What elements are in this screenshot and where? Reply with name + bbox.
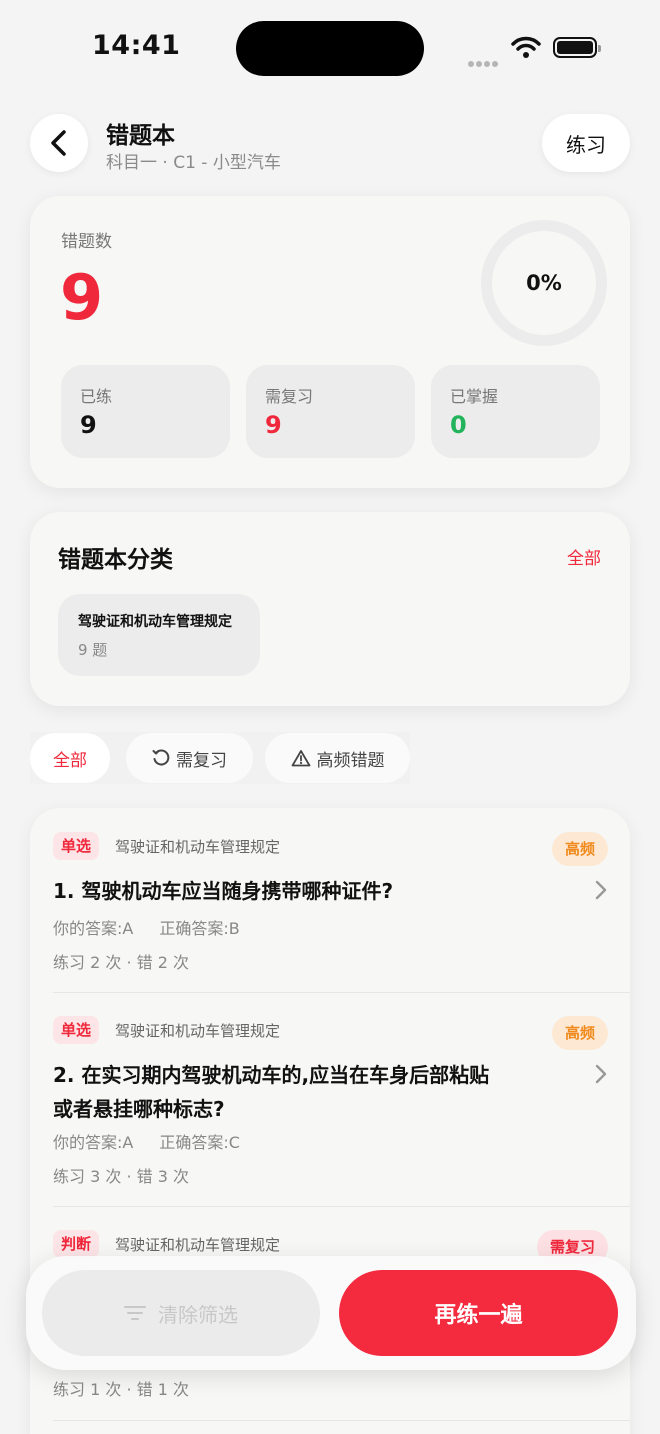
question-type-tag: 单选 <box>53 832 100 860</box>
filter-chip-all[interactable]: 全部 <box>30 733 110 783</box>
answer-row: 你的答案:A 正确答案:B <box>53 915 266 939</box>
question-stats: 练习 3 次 · 错 3 次 <box>53 1167 189 1186</box>
divider <box>53 1420 630 1421</box>
stat-mastered: 已掌握 0 <box>431 365 600 458</box>
clear-filter-label: 清除筛选 <box>158 1302 238 1327</box>
category-count: 9 题 <box>78 641 108 659</box>
category-all-link[interactable]: 全部 <box>567 544 601 569</box>
warning-icon <box>291 750 310 767</box>
stat-value: 9 <box>265 411 282 439</box>
chevron-right-icon <box>595 880 607 900</box>
stat-label: 已练 <box>80 387 113 406</box>
clear-filter-button[interactable]: 清除筛选 <box>42 1270 320 1356</box>
filter-lines-icon <box>124 1306 146 1320</box>
category-name: 驾驶证和机动车管理规定 <box>78 614 232 630</box>
refresh-icon <box>152 749 170 766</box>
filter-chip-label: 需复习 <box>176 750 227 771</box>
wifi-icon <box>511 36 541 62</box>
chevron-right-icon <box>595 1064 607 1084</box>
status-time: 14:41 <box>92 30 181 61</box>
question-type-tag: 单选 <box>53 1016 100 1044</box>
back-button[interactable] <box>30 114 88 172</box>
correct-answer: 正确答案:C <box>159 1133 240 1152</box>
question-category: 驾驶证和机动车管理规定 <box>115 1022 281 1040</box>
progress-percent: 0% <box>526 271 562 295</box>
question-category: 驾驶证和机动车管理规定 <box>115 838 281 856</box>
your-answer: 你的答案:A <box>53 1133 134 1152</box>
question-item[interactable]: 单选 驾驶证和机动车管理规定 高频 2. 在实习期内驾驶机动车的,应当在车身后部… <box>30 992 630 1206</box>
filter-chip-review[interactable]: 需复习 <box>126 733 253 783</box>
question-stats: 练习 1 次 · 错 1 次 <box>53 1380 189 1399</box>
battery-icon <box>553 37 601 58</box>
chevron-left-icon <box>51 130 66 156</box>
stat-label: 需复习 <box>265 387 314 406</box>
signal-icon <box>468 52 502 67</box>
filter-chip-label: 高频错题 <box>316 750 385 771</box>
dynamic-island <box>236 21 424 76</box>
page-subtitle: 科目一 · C1 - 小型汽车 <box>106 153 281 173</box>
stat-value: 9 <box>80 411 97 439</box>
mastery-progress-ring: 0% <box>481 220 607 346</box>
question-text: 2. 在实习期内驾驶机动车的,应当在车身后部粘贴或者悬挂哪种标志? <box>53 1063 490 1121</box>
question-category: 驾驶证和机动车管理规定 <box>115 1236 281 1254</box>
filter-chip-frequent[interactable]: 高频错题 <box>265 733 410 783</box>
question-text: 1. 驾驶机动车应当随身携带哪种证件? <box>53 879 394 903</box>
category-chip[interactable]: 驾驶证和机动车管理规定 9 题 <box>58 594 260 676</box>
correct-answer: 正确答案:B <box>159 919 240 938</box>
answer-row: 你的答案:A 正确答案:C <box>53 1129 266 1153</box>
practice-button[interactable]: 练习 <box>542 114 630 172</box>
question-type-tag: 判断 <box>53 1230 100 1258</box>
page-title: 错题本 <box>106 123 175 149</box>
your-answer: 你的答案:A <box>53 919 134 938</box>
frequency-badge: 高频 <box>551 1016 608 1050</box>
stat-practiced: 已练 9 <box>61 365 230 458</box>
question-item[interactable]: 单选 驾驶证和机动车管理规定 高频 1. 驾驶机动车应当随身携带哪种证件? 你的… <box>30 808 630 992</box>
category-section-title: 错题本分类 <box>58 547 173 573</box>
stat-value: 0 <box>450 411 467 439</box>
stat-need-review: 需复习 9 <box>246 365 415 458</box>
frequency-badge: 高频 <box>551 832 608 866</box>
wrong-count-value: 9 <box>60 261 104 334</box>
question-stats: 练习 2 次 · 错 2 次 <box>53 953 189 972</box>
wrong-count-label: 错题数 <box>61 232 112 252</box>
stat-label: 已掌握 <box>450 387 499 406</box>
retry-button[interactable]: 再练一遍 <box>339 1270 618 1356</box>
